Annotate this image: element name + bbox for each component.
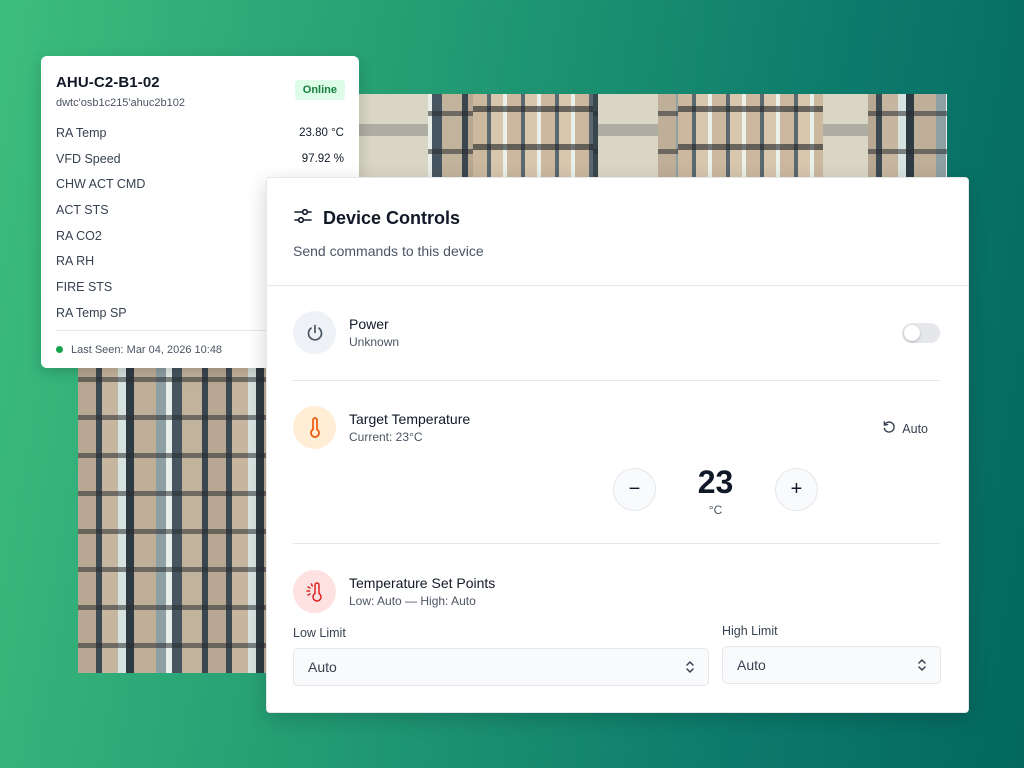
metric-label: RA Temp	[56, 125, 107, 140]
metric-value: 23.80 °C	[299, 126, 344, 139]
high-limit-label: High Limit	[722, 624, 778, 638]
chevron-up-down-icon	[684, 659, 696, 675]
power-status: Unknown	[349, 335, 400, 349]
metric-label: VFD Speed	[56, 151, 121, 166]
metric-label: ACT STS	[56, 202, 109, 217]
low-limit-label: Low Limit	[293, 626, 346, 640]
controls-subtitle: Send commands to this device	[293, 243, 484, 259]
set-points-label: Temperature Set Points	[349, 575, 496, 591]
target-temp-label: Target Temperature	[349, 411, 471, 427]
metric-label: CHW ACT CMD	[56, 177, 146, 192]
divider	[293, 543, 940, 544]
power-toggle[interactable]	[902, 323, 940, 343]
increase-button[interactable]: +	[775, 468, 818, 511]
metric-row: RA Temp 23.80 °C	[56, 120, 344, 146]
metric-row: VFD Speed 97.92 %	[56, 146, 344, 172]
temperature-stepper: − 23 °C +	[613, 464, 818, 528]
power-section: Power Unknown	[293, 311, 940, 361]
toggle-knob	[904, 325, 920, 341]
target-temperature-section: Target Temperature Current: 23°C Auto − …	[293, 406, 940, 536]
metric-value: 97.92 %	[301, 152, 344, 165]
high-limit-value: Auto	[737, 657, 766, 673]
device-controls-panel: Device Controls Send commands to this de…	[266, 177, 969, 713]
status-badge: Online	[294, 80, 345, 100]
power-label: Power	[349, 316, 389, 332]
auto-button[interactable]: Auto	[882, 420, 928, 437]
online-dot-icon	[56, 346, 63, 353]
last-seen-text: Last Seen: Mar 04, 2026 10:48	[71, 343, 223, 356]
current-temp: Current: 23°C	[349, 430, 423, 444]
high-limit-select[interactable]: Auto	[722, 646, 941, 684]
thermometer-icon	[293, 406, 336, 449]
reset-icon	[882, 420, 896, 437]
sliders-icon	[293, 206, 313, 231]
controls-title: Device Controls	[323, 208, 461, 228]
chevron-up-down-icon	[916, 657, 928, 673]
divider	[293, 380, 940, 381]
power-icon	[293, 311, 336, 354]
low-limit-select[interactable]: Auto	[293, 648, 709, 686]
metric-label: FIRE STS	[56, 279, 113, 294]
auto-label: Auto	[902, 421, 928, 436]
low-limit-value: Auto	[308, 659, 337, 675]
controls-header: Device Controls Send commands to this de…	[267, 178, 968, 286]
metric-label: RA RH	[56, 254, 95, 269]
metric-label: RA Temp SP	[56, 305, 127, 320]
metric-label: RA CO2	[56, 228, 102, 243]
set-points-summary: Low: Auto — High: Auto	[349, 594, 476, 608]
thermometer-sun-icon	[293, 570, 336, 613]
